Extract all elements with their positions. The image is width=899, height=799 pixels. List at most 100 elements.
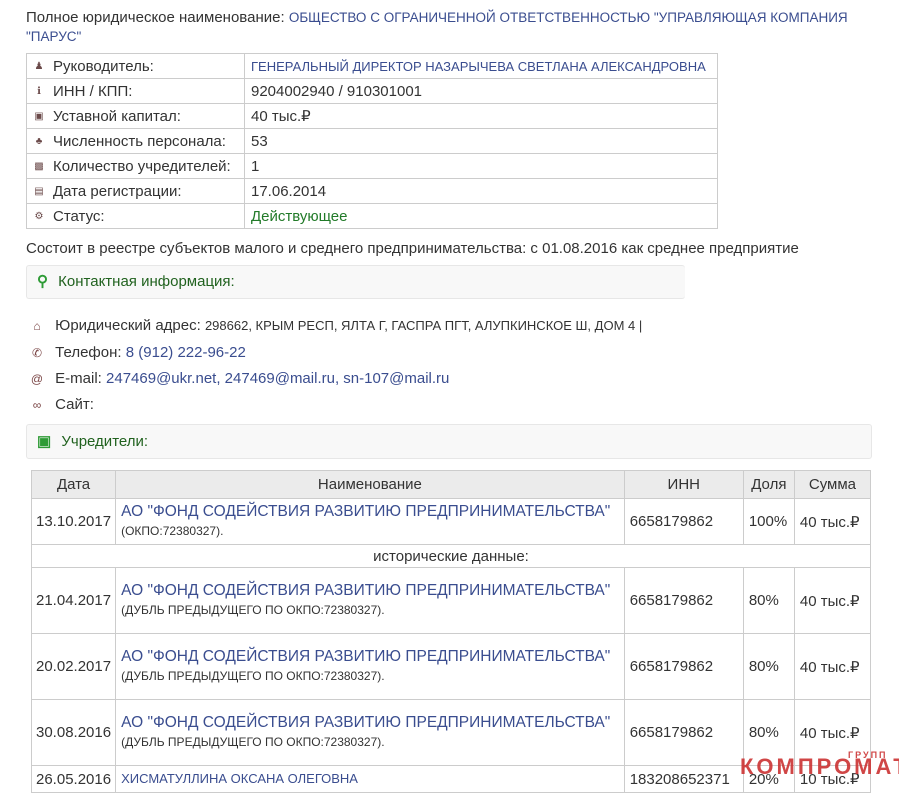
money-icon: ▣: [34, 111, 44, 123]
founder-date: 26.05.2016: [30, 765, 117, 793]
founder-name-link[interactable]: АО "ФОНД СОДЕЙСТВИЯ РАЗВИТИЮ ПРЕДПРИНИМА…: [121, 582, 610, 599]
info-value: 1: [244, 153, 718, 179]
info-value: Действующее: [244, 203, 718, 229]
contact-info-title: Контактная информация:: [58, 273, 235, 290]
founder-name-link[interactable]: АО "ФОНД СОДЕЙСТВИЯ РАЗВИТИЮ ПРЕДПРИНИМА…: [121, 714, 610, 731]
info-row: ♟ Руководитель: ГЕНЕРАЛЬНЫЙ ДИРЕКТОР НАЗАР…: [26, 53, 718, 79]
info-key: ▤ Дата регистрации:: [26, 178, 245, 204]
phone-link[interactable]: 8 (912) 222-96-22: [126, 344, 246, 361]
info-row: ▩ Количество учредителей: 1: [26, 153, 718, 179]
history-label-row: исторические данные:: [31, 544, 871, 568]
info-key: ▩ Количество учредителей:: [26, 153, 245, 179]
at-icon: @: [30, 372, 44, 386]
info-key: ♟ Руководитель:: [26, 53, 245, 79]
full-name-label: Полное юридическое наименование:: [26, 9, 285, 26]
info-value: 40 тыс.₽: [244, 103, 718, 129]
founder-note: (ДУБЛЬ ПРЕДЫДУЩЕГО ПО ОКПО:72380327).: [121, 669, 385, 683]
founder-inn: 6658179862: [623, 699, 744, 766]
full-name-line: Полное юридическое наименование: ОБЩЕСТВ…: [26, 8, 876, 46]
founders-title: Учредители:: [61, 433, 149, 450]
founder-name-cell: АО "ФОНД СОДЕЙСТВИЯ РАЗВИТИЮ ПРЕДПРИНИМА…: [115, 567, 625, 634]
info-key: ℹ ИНН / КПП:: [26, 78, 245, 104]
table-row: 21.04.2017 АО "ФОНД СОДЕЙСТВИЯ РАЗВИТИЮ П…: [30, 567, 872, 634]
col-sum: Сумма: [793, 470, 872, 499]
info-row: ▤ Дата регистрации: 17.06.2014: [26, 178, 718, 204]
founder-note: (ДУБЛЬ ПРЕДЫДУЩЕГО ПО ОКПО:72380327).: [121, 735, 385, 749]
founder-name-link[interactable]: АО "ФОНД СОДЕЙСТВИЯ РАЗВИТИЮ ПРЕДПРИНИМА…: [121, 503, 610, 520]
info-value: 17.06.2014: [244, 178, 718, 204]
founder-sum: 40 тыс.₽: [793, 567, 872, 634]
phone-label: Телефон:: [55, 344, 122, 361]
watermark-logo: КОМПРОМАТ ГРУПП: [740, 750, 899, 780]
info-label: ИНН / КПП:: [53, 82, 133, 100]
address-value: 298662, КРЫМ РЕСП, ЯЛТА Г, ГАСПРА ПГТ, А…: [204, 318, 643, 333]
cogs-icon: ⚙: [34, 211, 44, 223]
founders-header[interactable]: ▣ Учредители:: [26, 424, 872, 459]
founders-icon: ▣: [37, 433, 52, 450]
site-label: Сайт:: [55, 396, 94, 413]
founder-share: 80%: [742, 567, 795, 634]
email-label: E-mail:: [55, 370, 102, 387]
founder-note: (ДУБЛЬ ПРЕДЫДУЩЕГО ПО ОКПО:72380327).: [121, 603, 385, 617]
watermark-small: ГРУПП: [848, 750, 888, 760]
person-icon: ♟: [34, 61, 44, 73]
address-label: Юридический адрес:: [55, 317, 201, 334]
smb-registry-note: Состоит в реестре субъектов малого и сре…: [26, 240, 799, 257]
info-label: Численность персонала:: [53, 132, 226, 150]
col-inn: ИНН: [623, 470, 744, 499]
founder-date: 21.04.2017: [30, 567, 117, 634]
link-icon: ∞: [32, 398, 42, 412]
founder-name-cell: АО "ФОНД СОДЕЙСТВИЯ РАЗВИТИЮ ПРЕДПРИНИМА…: [115, 498, 625, 545]
founder-icon: ▩: [34, 161, 44, 173]
phone-row: ✆ Телефон: 8 (912) 222-96-22: [30, 344, 246, 361]
info-value: 53: [244, 128, 718, 154]
founder-name-cell: ХИСМАТУЛЛИНА ОКСАНА ОЛЕГОВНА: [115, 765, 625, 793]
info-icon: ℹ: [37, 86, 41, 98]
info-label: Статус:: [53, 207, 105, 225]
site-row: ∞ Сайт:: [30, 396, 94, 413]
founder-share: 80%: [742, 633, 795, 700]
info-key: ♣ Численность персонала:: [26, 128, 245, 154]
founder-sum: 40 тыс.₽: [793, 498, 872, 545]
home-icon: ⌂: [33, 319, 41, 333]
contact-info-header[interactable]: ⚲ Контактная информация:: [26, 265, 685, 299]
table-row: 20.02.2017 АО "ФОНД СОДЕЙСТВИЯ РАЗВИТИЮ П…: [30, 633, 872, 700]
founder-date: 13.10.2017: [30, 498, 117, 545]
calendar-icon: ▤: [34, 186, 44, 198]
founder-name-link[interactable]: ХИСМАТУЛЛИНА ОКСАНА ОЛЕГОВНА: [121, 771, 358, 786]
founder-inn: 183208652371: [623, 765, 744, 793]
table-row: 13.10.2017 АО "ФОНД СОДЕЙСТВИЯ РАЗВИТИЮ …: [30, 498, 872, 545]
col-share: Доля: [742, 470, 795, 499]
address-row: ⌂ Юридический адрес: 298662, КРЫМ РЕСП, …: [30, 317, 642, 334]
info-label: Дата регистрации:: [53, 182, 182, 200]
col-date: Дата: [30, 470, 117, 499]
info-row: ℹ ИНН / КПП: 9204002940 / 910301001: [26, 78, 718, 104]
info-value: 9204002940 / 910301001: [244, 78, 718, 104]
founder-date: 30.08.2016: [30, 699, 117, 766]
founder-inn: 6658179862: [623, 567, 744, 634]
info-label: Руководитель:: [53, 57, 154, 75]
info-label: Количество учредителей:: [53, 157, 231, 175]
founder-name-cell: АО "ФОНД СОДЕЙСТВИЯ РАЗВИТИЮ ПРЕДПРИНИМА…: [115, 633, 625, 700]
founder-share: 100%: [742, 498, 795, 545]
info-row: ▣ Уставной капитал: 40 тыс.₽: [26, 103, 718, 129]
info-row: ⚙ Статус: Действующее: [26, 203, 718, 229]
founder-name-link[interactable]: АО "ФОНД СОДЕЙСТВИЯ РАЗВИТИЮ ПРЕДПРИНИМА…: [121, 648, 610, 665]
info-label: Уставной капитал:: [53, 107, 181, 125]
info-key: ⚙ Статус:: [26, 203, 245, 229]
email-row: @ E-mail: 247469@ukr.net, 247469@mail.ru…: [30, 370, 449, 387]
founder-inn: 6658179862: [623, 633, 744, 700]
col-name: Наименование: [115, 470, 625, 499]
email-links[interactable]: 247469@ukr.net, 247469@mail.ru, sn-107@m…: [106, 370, 449, 387]
info-key: ▣ Уставной капитал:: [26, 103, 245, 129]
founder-sum: 40 тыс.₽: [793, 633, 872, 700]
founder-date: 20.02.2017: [30, 633, 117, 700]
founder-inn: 6658179862: [623, 498, 744, 545]
founders-table: Дата Наименование ИНН Доля Сумма 13.10.2…: [30, 470, 872, 793]
founder-note: (ОКПО:72380327).: [121, 524, 224, 538]
company-info-table: ♟ Руководитель: ГЕНЕРАЛЬНЫЙ ДИРЕКТОР НАЗАР…: [26, 53, 718, 229]
founder-name-cell: АО "ФОНД СОДЕЙСТВИЯ РАЗВИТИЮ ПРЕДПРИНИМА…: [115, 699, 625, 766]
group-icon: ♣: [35, 136, 43, 148]
info-value: ГЕНЕРАЛЬНЫЙ ДИРЕКТОР НАЗАРЫЧЕВА СВЕТЛАНА…: [244, 53, 718, 79]
history-label: исторические данные:: [31, 544, 871, 568]
